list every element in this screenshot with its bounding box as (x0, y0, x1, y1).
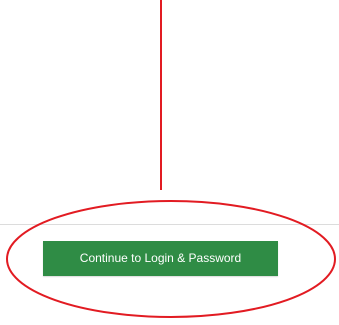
red-annotation-overlay (6, 0, 336, 318)
continue-to-login-password-button[interactable]: Continue to Login & Password (43, 241, 278, 276)
screenshot-stage: Continue to Login & Password (0, 0, 339, 325)
section-divider (0, 224, 339, 225)
